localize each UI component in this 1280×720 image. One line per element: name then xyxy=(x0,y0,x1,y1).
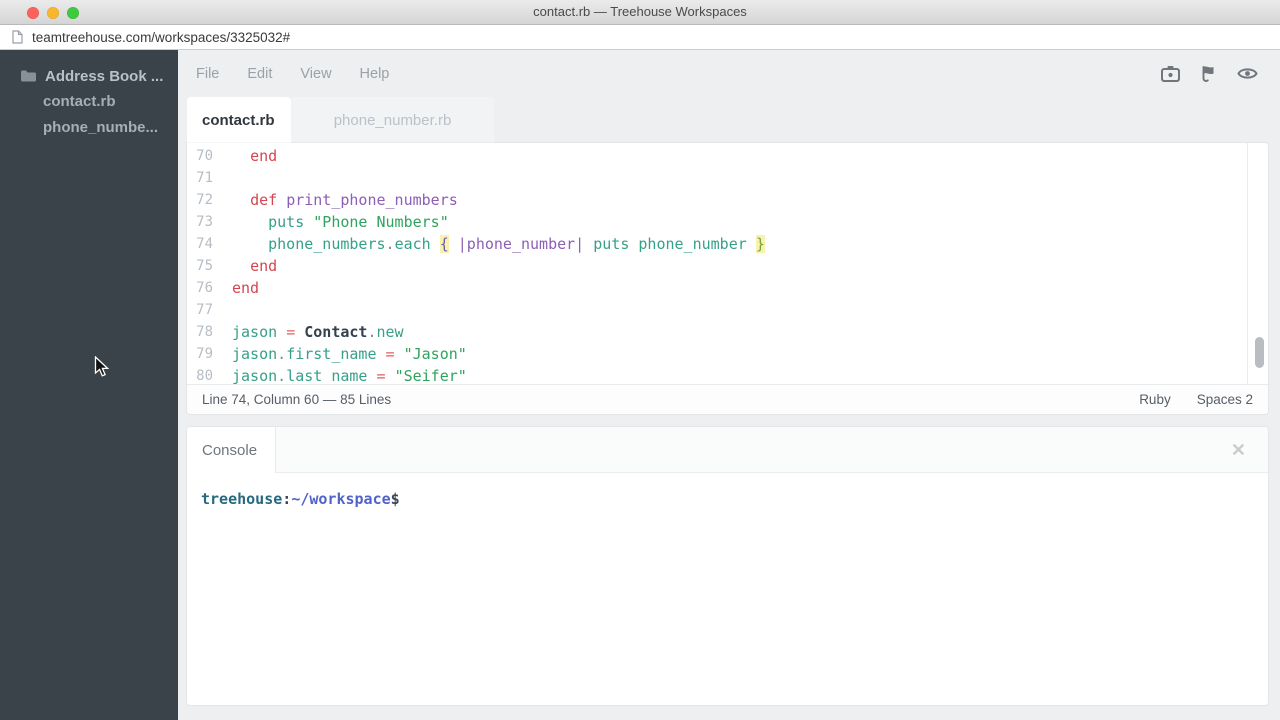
line-number: 78 xyxy=(187,321,213,343)
line-number: 76 xyxy=(187,277,213,299)
console-header-spacer: ✕ xyxy=(276,427,1268,473)
code-line-76[interactable]: 76 end xyxy=(187,277,1268,299)
code-text: def print_phone_numbers xyxy=(232,189,458,211)
folder-label: Address Book ... xyxy=(45,68,163,85)
code-line-80[interactable]: 80 jason.last_name = "Seifer" xyxy=(187,365,1268,384)
tab-phone-number-rb[interactable]: phone_number.rb xyxy=(291,97,494,143)
menu-bar: File Edit View Help xyxy=(178,50,1280,97)
code-line-74[interactable]: 74 phone_numbers.each { |phone_number| p… xyxy=(187,233,1268,255)
folder-icon xyxy=(21,70,36,82)
menu-help[interactable]: Help xyxy=(360,66,390,82)
line-number: 74 xyxy=(187,233,213,255)
tab-console[interactable]: Console xyxy=(187,427,276,473)
code-area[interactable]: 70 end7172 def print_phone_numbers73 put… xyxy=(187,143,1268,384)
menu-edit[interactable]: Edit xyxy=(247,66,272,82)
fork-button[interactable] xyxy=(1201,65,1216,83)
code-text: end xyxy=(232,277,259,299)
code-line-79[interactable]: 79 jason.first_name = "Jason" xyxy=(187,343,1268,365)
code-line-77[interactable]: 77 xyxy=(187,299,1268,321)
window-titlebar: contact.rb — Treehouse Workspaces xyxy=(0,0,1280,25)
terminal-prompt: treehouse:~/workspace$ xyxy=(201,490,400,508)
sidebar-item-contact-rb[interactable]: contact.rb xyxy=(0,89,178,115)
close-window-button[interactable] xyxy=(27,7,39,19)
url-text[interactable]: teamtreehouse.com/workspaces/3325032# xyxy=(32,30,290,45)
panel-gap xyxy=(178,414,1280,427)
menu-file[interactable]: File xyxy=(196,66,219,82)
console-tab-label: Console xyxy=(202,442,257,459)
line-number: 71 xyxy=(187,167,213,189)
code-line-78[interactable]: 78 jason = Contact.new xyxy=(187,321,1268,343)
line-number: 75 xyxy=(187,255,213,277)
terminal[interactable]: treehouse:~/workspace$ xyxy=(187,473,1268,705)
code-line-75[interactable]: 75 end xyxy=(187,255,1268,277)
menu-items: File Edit View Help xyxy=(196,66,417,82)
console-close-icon[interactable]: ✕ xyxy=(1231,441,1246,459)
line-number: 77 xyxy=(187,299,213,321)
language-selector[interactable]: Ruby xyxy=(1139,392,1171,407)
code-text: end xyxy=(232,145,277,167)
file-tree-sidebar: Address Book ... contact.rbphone_numbe..… xyxy=(0,50,178,720)
menu-view[interactable]: View xyxy=(300,66,331,82)
line-number: 73 xyxy=(187,211,213,233)
sidebar-item-phone-numbe[interactable]: phone_numbe... xyxy=(0,115,178,141)
editor-scrollbar[interactable] xyxy=(1247,143,1268,384)
code-text: jason.first_name = "Jason" xyxy=(232,343,467,365)
workspace-app: Address Book ... contact.rbphone_numbe..… xyxy=(0,50,1280,720)
tab-contact-rb[interactable]: contact.rb xyxy=(187,97,291,143)
code-line-71[interactable]: 71 xyxy=(187,167,1268,189)
code-text: end xyxy=(232,255,277,277)
main-panel: File Edit View Help contact.rbphone_number.… xyxy=(178,50,1280,720)
line-number: 70 xyxy=(187,145,213,167)
eye-icon xyxy=(1237,66,1258,81)
code-text: jason = Contact.new xyxy=(232,321,404,343)
console-panel: Console ✕ treehouse:~/workspace$ xyxy=(187,427,1268,705)
sidebar-file-list: contact.rbphone_numbe... xyxy=(0,89,178,141)
code-line-72[interactable]: 72 def print_phone_numbers xyxy=(187,189,1268,211)
code-editor: 70 end7172 def print_phone_numbers73 put… xyxy=(187,143,1268,414)
window-title: contact.rb — Treehouse Workspaces xyxy=(0,0,1280,24)
code-text: jason.last_name = "Seifer" xyxy=(232,365,467,384)
code-text: phone_numbers.each { |phone_number| puts… xyxy=(232,233,765,255)
minimize-window-button[interactable] xyxy=(47,7,59,19)
line-number: 72 xyxy=(187,189,213,211)
snapshot-button[interactable] xyxy=(1161,65,1180,82)
code-text: puts "Phone Numbers" xyxy=(232,211,449,233)
line-number: 80 xyxy=(187,365,213,384)
code-line-70[interactable]: 70 end xyxy=(187,145,1268,167)
toolbar-icons xyxy=(1161,65,1258,83)
cursor-position-text: Line 74, Column 60 — 85 Lines xyxy=(202,392,391,407)
editor-tab-bar: contact.rbphone_number.rb xyxy=(178,97,1280,143)
traffic-lights xyxy=(27,7,79,19)
code-line-73[interactable]: 73 puts "Phone Numbers" xyxy=(187,211,1268,233)
line-number: 79 xyxy=(187,343,213,365)
camera-icon xyxy=(1161,65,1180,82)
scrollbar-thumb[interactable] xyxy=(1255,337,1264,368)
page-icon xyxy=(12,30,23,44)
console-header: Console ✕ xyxy=(187,427,1268,473)
preview-button[interactable] xyxy=(1237,66,1258,81)
editor-status-bar: Line 74, Column 60 — 85 Lines Ruby Space… xyxy=(187,384,1268,414)
flag-icon xyxy=(1201,65,1216,83)
url-bar[interactable]: teamtreehouse.com/workspaces/3325032# xyxy=(0,25,1280,50)
zoom-window-button[interactable] xyxy=(67,7,79,19)
sidebar-folder-address-book[interactable]: Address Book ... xyxy=(0,63,178,89)
indent-selector[interactable]: Spaces 2 xyxy=(1197,392,1253,407)
